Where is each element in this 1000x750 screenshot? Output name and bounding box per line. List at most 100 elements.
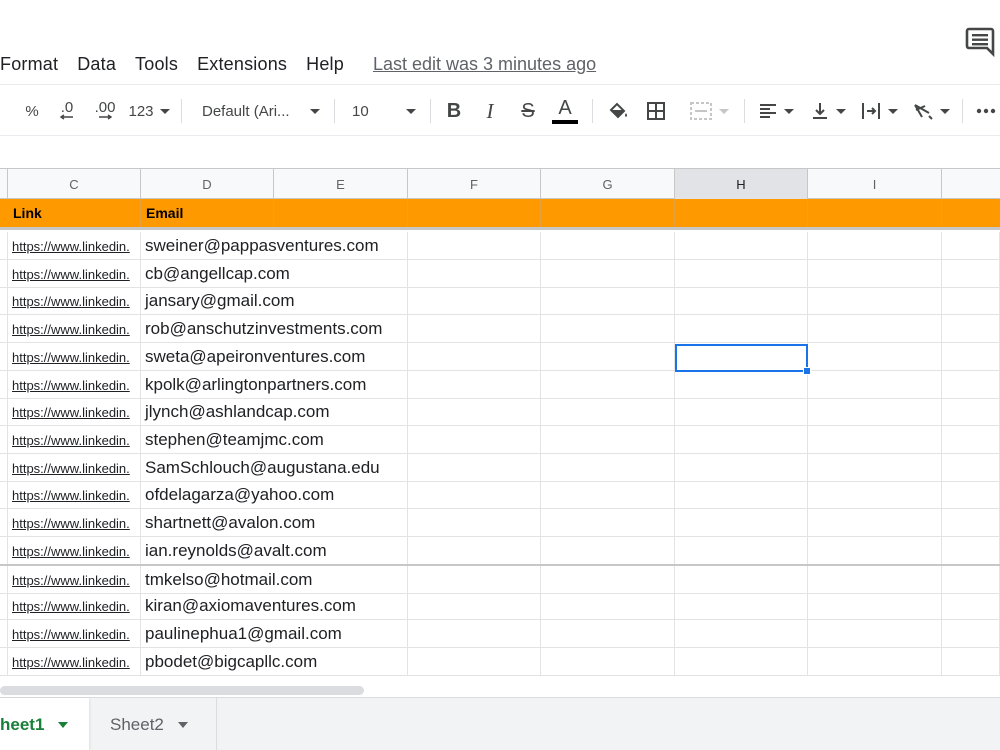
email-cell[interactable]: kiran@axiomaventures.com (141, 592, 408, 621)
cell[interactable] (675, 425, 808, 454)
cell[interactable] (942, 342, 1000, 371)
increase-decimal-button[interactable]: .00 (88, 93, 122, 129)
cell[interactable] (675, 232, 808, 260)
column-header-partial[interactable] (0, 169, 8, 199)
cell[interactable] (942, 509, 1000, 537)
cell[interactable] (942, 370, 1000, 399)
cell[interactable] (408, 315, 541, 344)
cell[interactable] (541, 425, 675, 454)
menu-data[interactable]: Data (77, 54, 116, 75)
column-header-h[interactable]: H (675, 169, 808, 199)
cell[interactable] (408, 342, 541, 371)
email-cell[interactable]: ofdelagarza@yahoo.com (141, 481, 408, 510)
link-cell[interactable]: https://www.linkedin. (8, 647, 141, 676)
link-cell[interactable]: https://www.linkedin. (8, 481, 141, 510)
cell[interactable] (675, 566, 808, 595)
cell[interactable] (408, 619, 541, 648)
menu-extensions[interactable]: Extensions (197, 54, 287, 75)
cell[interactable] (808, 481, 942, 510)
cell[interactable] (541, 453, 675, 482)
cell[interactable] (0, 342, 8, 371)
cell[interactable] (408, 566, 541, 595)
cell[interactable] (808, 509, 942, 537)
cell[interactable] (408, 259, 541, 288)
email-cell[interactable]: cb@angellcap.com (141, 260, 408, 288)
cell[interactable] (675, 287, 808, 316)
cell[interactable] (808, 453, 942, 482)
chevron-down-icon[interactable] (58, 721, 69, 728)
comment-icon[interactable] (963, 24, 997, 58)
cell[interactable] (541, 619, 675, 648)
link-cell[interactable]: https://www.linkedin. (8, 370, 141, 399)
chevron-down-icon[interactable] (177, 721, 188, 728)
cell[interactable] (675, 259, 808, 288)
cell[interactable] (942, 481, 1000, 510)
cell[interactable] (808, 536, 942, 565)
cell[interactable] (0, 566, 8, 595)
link-cell[interactable]: https://www.linkedin. (8, 536, 141, 565)
cell[interactable] (0, 481, 8, 510)
cell[interactable] (0, 398, 8, 427)
cell[interactable] (808, 425, 942, 454)
email-cell[interactable]: ian.reynolds@avalt.com (141, 537, 408, 565)
vertical-align-button[interactable] (806, 93, 850, 129)
header-cell-link[interactable]: Link (8, 199, 141, 227)
cell[interactable] (675, 398, 808, 427)
header-cell-email[interactable]: Email (141, 199, 274, 227)
cell[interactable] (808, 315, 942, 344)
cell[interactable] (408, 453, 541, 482)
last-edit-link[interactable]: Last edit was 3 minutes ago (373, 54, 596, 75)
cell[interactable] (942, 619, 1000, 648)
text-wrapping-button[interactable] (856, 93, 902, 129)
cell[interactable] (541, 398, 675, 427)
cell[interactable] (942, 566, 1000, 595)
cell[interactable] (942, 536, 1000, 565)
cell[interactable] (942, 647, 1000, 676)
cell[interactable] (0, 453, 8, 482)
sheet-tab-active[interactable]: heet1 (0, 698, 89, 750)
cell[interactable] (675, 315, 808, 344)
format-percent-button[interactable]: % (20, 93, 44, 129)
cell[interactable] (541, 566, 675, 595)
cell[interactable] (808, 232, 942, 260)
italic-button[interactable]: I (476, 93, 504, 129)
cell[interactable] (0, 259, 8, 288)
link-cell[interactable]: https://www.linkedin. (8, 425, 141, 454)
cell[interactable] (675, 592, 808, 621)
font-size-select[interactable]: 10 (346, 93, 422, 129)
cell[interactable] (942, 592, 1000, 621)
cell[interactable] (541, 647, 675, 676)
cell[interactable] (541, 287, 675, 316)
cell[interactable] (541, 592, 675, 621)
menu-help[interactable]: Help (306, 54, 344, 75)
column-header-e[interactable]: E (274, 169, 408, 199)
email-cell[interactable]: jansary@gmail.com (141, 287, 408, 316)
cell[interactable] (541, 370, 675, 399)
email-cell[interactable]: pbodet@bigcapllc.com (141, 648, 408, 676)
cell[interactable] (408, 398, 541, 427)
link-cell[interactable]: https://www.linkedin. (8, 287, 141, 316)
email-cell[interactable]: kpolk@arlingtonpartners.com (141, 371, 408, 399)
link-cell[interactable]: https://www.linkedin. (8, 453, 141, 482)
email-cell[interactable]: stephen@teamjmc.com (141, 426, 408, 454)
cell[interactable] (808, 287, 942, 316)
column-header-c[interactable]: C (8, 169, 141, 199)
link-cell[interactable]: https://www.linkedin. (8, 315, 141, 344)
cell[interactable] (541, 259, 675, 288)
link-cell[interactable]: https://www.linkedin. (8, 566, 141, 595)
email-cell[interactable]: sweta@apeironventures.com (141, 343, 408, 371)
header-cell-empty[interactable] (541, 199, 675, 227)
cell[interactable] (942, 232, 1000, 260)
email-cell[interactable]: jlynch@ashlandcap.com (141, 398, 408, 427)
cell[interactable] (808, 566, 942, 595)
column-header-next[interactable] (942, 169, 1000, 199)
cell[interactable] (675, 619, 808, 648)
cell[interactable] (675, 342, 808, 371)
email-cell[interactable]: tmkelso@hotmail.com (141, 566, 408, 595)
horizontal-align-button[interactable] (754, 93, 798, 129)
cell[interactable] (808, 592, 942, 621)
cell[interactable] (808, 647, 942, 676)
horizontal-scrollbar[interactable] (0, 685, 1000, 697)
cell[interactable] (942, 453, 1000, 482)
cell[interactable] (408, 509, 541, 537)
